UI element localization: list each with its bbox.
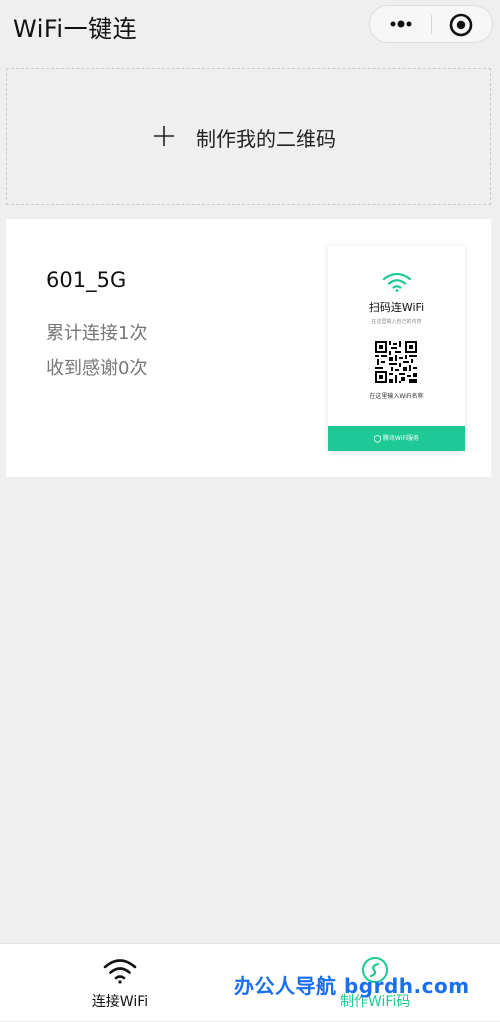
mini-program-capsule — [369, 5, 493, 43]
wifi-ssid: 601_5G — [46, 268, 127, 292]
poster-footer-label: 腾讯WiFi服务 — [382, 435, 420, 442]
create-qrcode-button[interactable]: 制作我的二维码 — [6, 68, 491, 205]
poster-hint: 在这里输入WiFi名称 — [369, 393, 424, 400]
wifi-icon — [103, 959, 137, 984]
poster-footer-bar: 腾讯WiFi服务 — [328, 426, 465, 451]
tab-connect-wifi[interactable]: 连接WiFi — [0, 944, 250, 1022]
shield-icon — [374, 434, 381, 443]
connect-count: 累计连接1次 — [46, 323, 148, 344]
top-bar: WiFi一键连 — [0, 0, 500, 52]
close-icon[interactable] — [448, 12, 474, 38]
wifi-poster-preview[interactable]: 扫码连WiFi 在这里输入自己的内容 在这里输入WiFi名称 腾讯WiFi服务 — [328, 246, 465, 451]
capsule-divider — [431, 15, 432, 34]
poster-subtitle: 在这里输入自己的内容 — [371, 319, 422, 325]
app-title: WiFi一键连 — [13, 15, 138, 43]
wifi-card[interactable]: 601_5G 累计连接1次 收到感谢0次 扫码连WiFi 在这里输入自己的内容 — [6, 219, 491, 477]
qr-code — [374, 340, 418, 384]
wifi-icon — [382, 272, 412, 292]
poster-title: 扫码连WiFi — [368, 301, 425, 314]
more-icon[interactable] — [384, 14, 418, 34]
thanks-count: 收到感谢0次 — [46, 358, 148, 379]
watermark: 办公人导航 bgrdh.com — [234, 974, 470, 998]
tab-connect-label: 连接WiFi — [91, 994, 149, 1010]
plus-icon — [154, 126, 174, 146]
create-qrcode-label: 制作我的二维码 — [196, 127, 336, 151]
